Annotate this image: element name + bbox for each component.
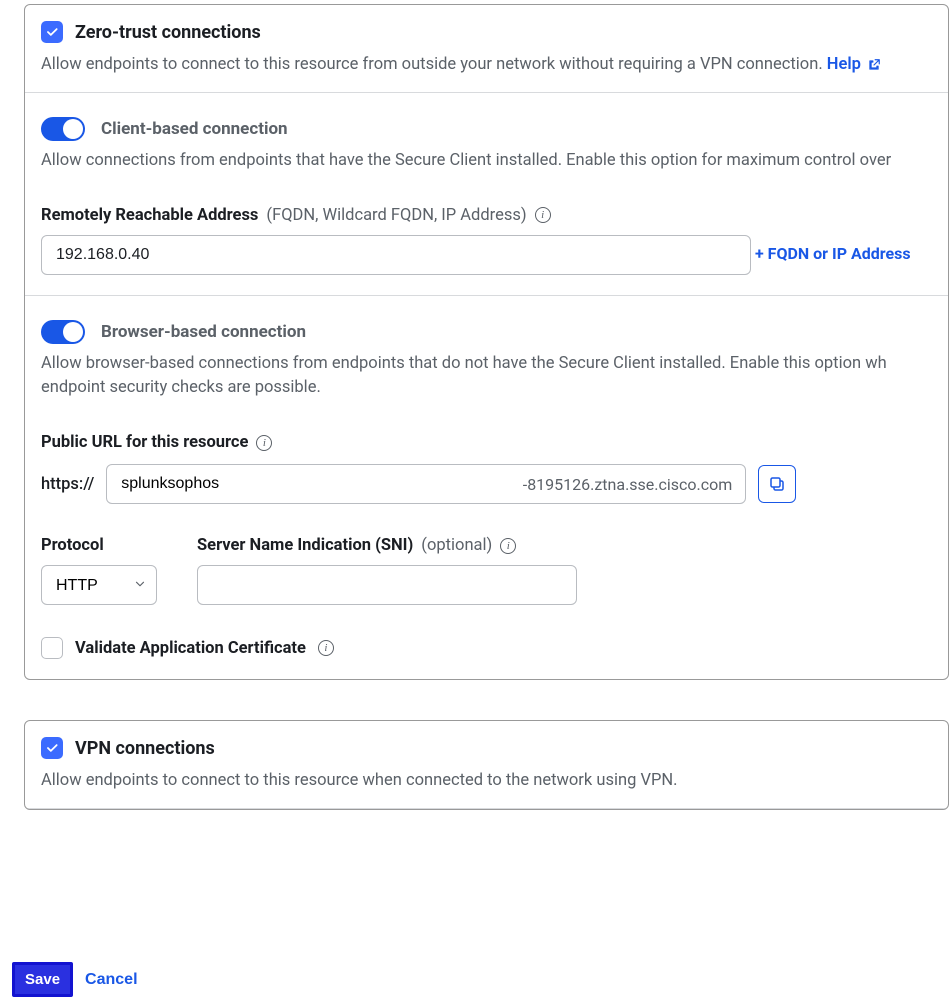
toggle-knob	[63, 322, 83, 342]
help-link[interactable]: Help	[827, 53, 881, 78]
save-button[interactable]: Save	[12, 962, 73, 997]
protocol-column: Protocol HTTP	[41, 536, 157, 605]
divider	[25, 808, 948, 809]
client-based-section: Client-based connection Allow connection…	[25, 93, 948, 295]
copy-url-button[interactable]	[758, 465, 796, 503]
validate-cert-label: Validate Application Certificate	[75, 639, 306, 658]
remotely-reachable-input[interactable]	[41, 235, 751, 275]
browser-based-section: Browser-based connection Allow browser-b…	[25, 296, 948, 680]
client-based-desc: Allow connections from endpoints that ha…	[41, 149, 932, 174]
zero-trust-checkbox[interactable]	[41, 21, 63, 43]
browser-based-title: Browser-based connection	[101, 322, 306, 342]
vpn-panel: VPN connections Allow endpoints to conne…	[24, 720, 949, 810]
zero-trust-desc: Allow endpoints to connect to this resou…	[41, 53, 932, 78]
toggle-knob	[63, 119, 83, 139]
info-icon[interactable]: i	[500, 538, 516, 554]
add-fqdn-link[interactable]: + FQDN or IP Address	[755, 244, 911, 263]
vpn-title: VPN connections	[75, 738, 215, 759]
remotely-reachable-hint: (FQDN, Wildcard FQDN, IP Address)	[266, 206, 526, 225]
footer-bar: Save Cancel	[12, 962, 138, 997]
info-icon[interactable]: i	[256, 435, 272, 451]
public-url-input[interactable]	[106, 464, 746, 504]
vpn-desc: Allow endpoints to connect to this resou…	[41, 769, 932, 794]
sni-input[interactable]	[197, 565, 577, 605]
public-url-label: Public URL for this resource	[41, 433, 248, 452]
vpn-checkbox[interactable]	[41, 737, 63, 759]
check-icon	[45, 25, 59, 39]
sni-column: Server Name Indication (SNI) (optional) …	[197, 536, 577, 605]
zero-trust-panel: Zero-trust connections Allow endpoints t…	[24, 4, 949, 680]
protocol-label: Protocol	[41, 536, 104, 555]
client-based-title: Client-based connection	[101, 119, 288, 139]
client-based-toggle[interactable]	[41, 117, 85, 141]
protocol-select[interactable]: HTTP	[41, 565, 157, 605]
validate-cert-checkbox[interactable]	[41, 637, 63, 659]
browser-based-desc: Allow browser-based connections from end…	[41, 352, 932, 402]
https-prefix: https://	[41, 475, 94, 494]
browser-based-toggle[interactable]	[41, 320, 85, 344]
cancel-button[interactable]: Cancel	[85, 971, 137, 989]
remotely-reachable-label: Remotely Reachable Address	[41, 206, 258, 225]
check-icon	[45, 741, 59, 755]
copy-icon	[768, 475, 786, 493]
public-url-input-wrap: -8195126.ztna.sse.cisco.com	[106, 464, 746, 504]
info-icon[interactable]: i	[318, 640, 334, 656]
info-icon[interactable]: i	[535, 207, 551, 223]
zero-trust-header: Zero-trust connections Allow endpoints t…	[25, 5, 948, 92]
sni-hint: (optional)	[421, 536, 492, 555]
sni-label: Server Name Indication (SNI)	[197, 536, 413, 555]
zero-trust-title: Zero-trust connections	[75, 22, 261, 43]
vpn-header: VPN connections Allow endpoints to conne…	[25, 721, 948, 808]
external-link-icon	[867, 58, 881, 72]
